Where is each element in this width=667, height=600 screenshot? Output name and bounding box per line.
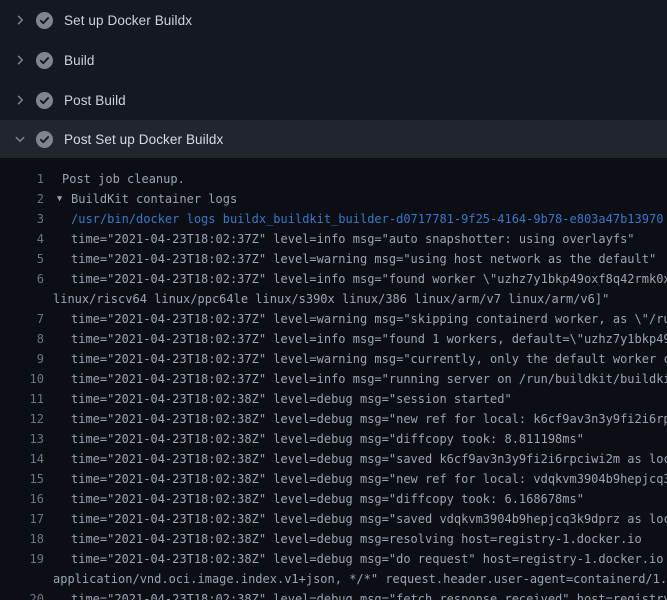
- line-number[interactable]: 8: [0, 329, 44, 349]
- log-text: time="2021-04-23T18:02:37Z" level=info m…: [71, 329, 667, 349]
- log-line[interactable]: 5 time="2021-04-23T18:02:37Z" level=warn…: [0, 249, 667, 269]
- log-text: Post job cleanup.: [62, 169, 185, 189]
- log-line[interactable]: application/vnd.oci.image.index.v1+json,…: [0, 569, 667, 589]
- step-label: Build: [64, 53, 95, 68]
- line-number[interactable]: 5: [0, 249, 44, 269]
- line-number[interactable]: 9: [0, 349, 44, 369]
- check-circle-icon: [36, 52, 53, 69]
- line-number[interactable]: 15: [0, 469, 44, 489]
- log-line[interactable]: 12 time="2021-04-23T18:02:38Z" level=deb…: [0, 409, 667, 429]
- log-line[interactable]: 14 time="2021-04-23T18:02:38Z" level=deb…: [0, 449, 667, 469]
- step-post-set-up-docker-buildx[interactable]: Post Set up Docker Buildx: [0, 120, 667, 158]
- step-label: Post Set up Docker Buildx: [64, 132, 223, 147]
- log-line[interactable]: 13 time="2021-04-23T18:02:38Z" level=deb…: [0, 429, 667, 449]
- check-circle-icon: [36, 131, 53, 148]
- log-text: BuildKit container logs: [71, 189, 237, 209]
- log-line[interactable]: 1 Post job cleanup.: [0, 169, 667, 189]
- line-number[interactable]: 10: [0, 369, 44, 389]
- log-line[interactable]: 7 time="2021-04-23T18:02:37Z" level=warn…: [0, 309, 667, 329]
- line-number[interactable]: 1: [0, 169, 44, 189]
- log-text: time="2021-04-23T18:02:38Z" level=debug …: [71, 489, 584, 509]
- log-text: time="2021-04-23T18:02:38Z" level=debug …: [71, 469, 667, 489]
- log-text: time="2021-04-23T18:02:37Z" level=warnin…: [71, 249, 656, 269]
- chevron-right-icon[interactable]: [14, 54, 36, 66]
- step-set-up-docker-buildx[interactable]: Set up Docker Buildx: [0, 0, 667, 40]
- group-toggle-icon[interactable]: ▼: [57, 189, 62, 209]
- steps-list: Set up Docker Buildx Build: [0, 0, 667, 158]
- log-line[interactable]: 15 time="2021-04-23T18:02:38Z" level=deb…: [0, 469, 667, 489]
- check-circle-icon: [36, 92, 53, 109]
- log-line[interactable]: 11 time="2021-04-23T18:02:38Z" level=deb…: [0, 389, 667, 409]
- line-number[interactable]: 6: [0, 269, 44, 289]
- log-text: time="2021-04-23T18:02:37Z" level=info m…: [71, 269, 667, 289]
- log-area: 1 Post job cleanup. 2 ▼ BuildKit contain…: [0, 158, 667, 600]
- log-line[interactable]: 6 time="2021-04-23T18:02:37Z" level=info…: [0, 269, 667, 289]
- log-text: time="2021-04-23T18:02:37Z" level=info m…: [71, 369, 667, 389]
- line-number[interactable]: 20: [0, 589, 44, 600]
- log-text: linux/riscv64 linux/ppc64le linux/s390x …: [53, 289, 609, 309]
- line-number[interactable]: 13: [0, 429, 44, 449]
- log-text: time="2021-04-23T18:02:38Z" level=debug …: [71, 529, 642, 549]
- log-line[interactable]: 20 time="2021-04-23T18:02:38Z" level=deb…: [0, 589, 667, 600]
- log-text: /usr/bin/docker logs buildx_buildkit_bui…: [71, 209, 663, 229]
- log-line[interactable]: 4 time="2021-04-23T18:02:37Z" level=info…: [0, 229, 667, 249]
- line-number[interactable]: 11: [0, 389, 44, 409]
- log-text: application/vnd.oci.image.index.v1+json,…: [53, 569, 667, 589]
- log-text: time="2021-04-23T18:02:38Z" level=debug …: [71, 589, 667, 600]
- log-line[interactable]: 18 time="2021-04-23T18:02:38Z" level=deb…: [0, 529, 667, 549]
- log-text: time="2021-04-23T18:02:38Z" level=debug …: [71, 509, 667, 529]
- log-text: time="2021-04-23T18:02:38Z" level=debug …: [71, 409, 667, 429]
- log-line[interactable]: 3 /usr/bin/docker logs buildx_buildkit_b…: [0, 209, 667, 229]
- log-text: time="2021-04-23T18:02:37Z" level=warnin…: [71, 349, 667, 369]
- log-line[interactable]: 9 time="2021-04-23T18:02:37Z" level=warn…: [0, 349, 667, 369]
- log-text: time="2021-04-23T18:02:37Z" level=info m…: [71, 229, 635, 249]
- log-text: time="2021-04-23T18:02:38Z" level=debug …: [71, 429, 584, 449]
- line-number[interactable]: 14: [0, 449, 44, 469]
- step-label: Set up Docker Buildx: [64, 13, 192, 28]
- line-number[interactable]: 18: [0, 529, 44, 549]
- line-number[interactable]: 12: [0, 409, 44, 429]
- step-build[interactable]: Build: [0, 40, 667, 80]
- log-line[interactable]: 19 time="2021-04-23T18:02:38Z" level=deb…: [0, 549, 667, 569]
- chevron-down-icon[interactable]: [14, 133, 36, 145]
- line-number[interactable]: 19: [0, 549, 44, 569]
- log-text: time="2021-04-23T18:02:37Z" level=warnin…: [71, 309, 667, 329]
- step-label: Post Build: [64, 93, 126, 108]
- log-line[interactable]: 17 time="2021-04-23T18:02:38Z" level=deb…: [0, 509, 667, 529]
- step-post-build[interactable]: Post Build: [0, 80, 667, 120]
- line-number[interactable]: 16: [0, 489, 44, 509]
- log-line[interactable]: 16 time="2021-04-23T18:02:38Z" level=deb…: [0, 489, 667, 509]
- log-line[interactable]: linux/riscv64 linux/ppc64le linux/s390x …: [0, 289, 667, 309]
- actions-log-viewer: Set up Docker Buildx Build: [0, 0, 667, 600]
- line-number[interactable]: 17: [0, 509, 44, 529]
- line-number[interactable]: 2: [0, 189, 44, 209]
- log-text: time="2021-04-23T18:02:38Z" level=debug …: [71, 449, 667, 469]
- collapsed-steps: Set up Docker Buildx Build: [0, 0, 667, 120]
- chevron-right-icon[interactable]: [14, 14, 36, 26]
- log-line[interactable]: 8 time="2021-04-23T18:02:37Z" level=info…: [0, 329, 667, 349]
- check-circle-icon: [36, 12, 53, 29]
- line-number[interactable]: 4: [0, 229, 44, 249]
- chevron-right-icon[interactable]: [14, 94, 36, 106]
- line-number[interactable]: 7: [0, 309, 44, 329]
- log-text: time="2021-04-23T18:02:38Z" level=debug …: [71, 549, 667, 569]
- log-line[interactable]: 10 time="2021-04-23T18:02:37Z" level=inf…: [0, 369, 667, 389]
- log-line[interactable]: 2 ▼ BuildKit container logs: [0, 189, 667, 209]
- line-number[interactable]: 3: [0, 209, 44, 229]
- log-text: time="2021-04-23T18:02:38Z" level=debug …: [71, 389, 512, 409]
